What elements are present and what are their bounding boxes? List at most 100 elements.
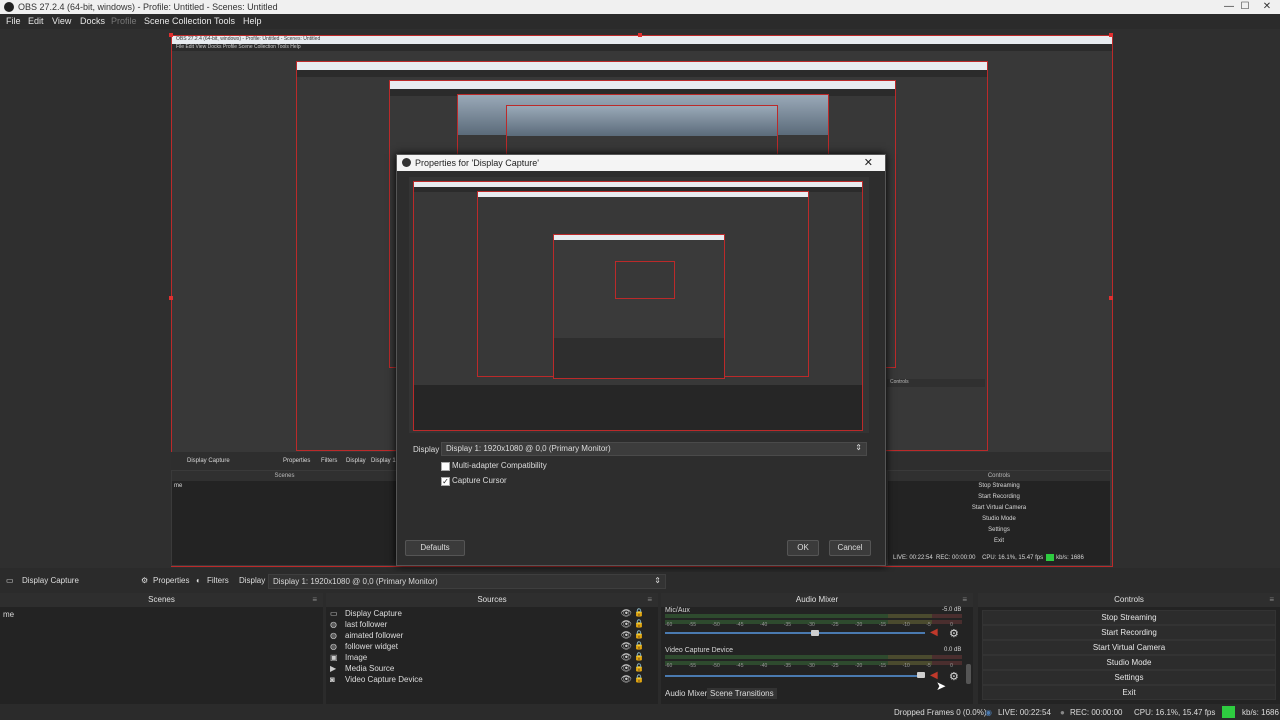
scale-tick: -30 bbox=[807, 622, 815, 628]
ok-button[interactable]: OK bbox=[787, 540, 819, 556]
mic-aux-scale: -60 -55 -50 -45 -40 -35 -30 -25 -20 -15 -10 -5 0 bbox=[665, 622, 962, 629]
menu-tools[interactable]: Tools bbox=[214, 16, 235, 26]
scale-tick: -5 bbox=[926, 663, 931, 669]
scale-tick: -35 bbox=[783, 663, 792, 669]
properties-button[interactable]: Properties bbox=[153, 576, 189, 585]
menu-profile[interactable]: Profile bbox=[111, 16, 137, 26]
scale-tick: -55 bbox=[688, 622, 696, 628]
source-row[interactable]: ◍ follower widget 👁 🔒 bbox=[330, 641, 648, 652]
dlg-nest-3 bbox=[553, 234, 725, 379]
lock-icon: 🔒 bbox=[634, 608, 644, 617]
source-row[interactable]: ▭ Display Capture 👁 🔒 bbox=[330, 608, 648, 619]
properties-dialog: Properties for 'Display Capture' ✕ Displ… bbox=[396, 154, 886, 566]
display-select-value: Display 1: 1920x1080 @ 0,0 (Primary Moni… bbox=[446, 444, 611, 453]
scenes-dock: Scenes≡ me + − ⌃ ⌄ bbox=[0, 593, 323, 720]
video-capture-volume-knob[interactable] bbox=[917, 672, 925, 678]
gear-icon[interactable]: ⚙ bbox=[949, 627, 959, 640]
menu-help[interactable]: Help bbox=[243, 16, 262, 26]
menu-view[interactable]: View bbox=[52, 16, 71, 26]
exit-button[interactable]: Exit bbox=[982, 685, 1276, 700]
rec-icon: ● bbox=[1060, 708, 1065, 717]
rec-timer: REC: 00:00:00 bbox=[1070, 708, 1123, 717]
gear-icon[interactable]: ⚙ bbox=[949, 670, 959, 683]
cancel-button[interactable]: Cancel bbox=[829, 540, 871, 556]
eye-icon: 👁 bbox=[620, 674, 632, 684]
scene-item[interactable]: me bbox=[3, 610, 14, 619]
scale-tick: -60 bbox=[665, 622, 673, 628]
nested-menu: File Edit View Docks Profile Scene Colle… bbox=[176, 44, 301, 50]
source-row[interactable]: ▶ Media Source 👁 🔒 bbox=[330, 663, 648, 674]
source-row[interactable]: ▣ Image 👁 🔒 bbox=[330, 652, 648, 663]
lock-icon: 🔒 bbox=[634, 674, 644, 683]
scrollbar[interactable] bbox=[966, 664, 971, 684]
settings-button[interactable]: Settings bbox=[982, 670, 1276, 685]
scale-tick: -10 bbox=[902, 663, 910, 669]
monitor-icon: ▭ bbox=[6, 576, 14, 585]
video-capture-meter bbox=[665, 655, 962, 659]
video-capture-label: Video Capture Device bbox=[665, 647, 733, 654]
dialog-close-button[interactable]: ✕ bbox=[864, 156, 873, 169]
filter-icon[interactable]: ◐ bbox=[196, 576, 201, 585]
nested-title: OBS 27.2.4 (64-bit, windows) - Profile: … bbox=[176, 36, 321, 42]
nested-scenes-panel: Scenes me bbox=[171, 470, 398, 566]
eye-icon: 👁 bbox=[620, 641, 632, 651]
studio-mode-button[interactable]: Studio Mode bbox=[982, 655, 1276, 670]
display-select[interactable]: Display 1: 1920x1080 @ 0,0 (Primary Moni… bbox=[441, 442, 867, 456]
video-capture-volume-slider[interactable] bbox=[665, 675, 925, 677]
source-name-label: Display Capture bbox=[22, 576, 79, 585]
capture-cursor-checkbox[interactable]: ✓ bbox=[441, 477, 450, 486]
multi-adapter-checkbox[interactable] bbox=[441, 462, 450, 471]
tab-scene-transitions[interactable]: Scene Transitions bbox=[707, 688, 777, 699]
close-button[interactable]: ✕ bbox=[1250, 0, 1280, 14]
scale-tick: -20 bbox=[855, 663, 863, 669]
globe-icon: ◍ bbox=[330, 620, 337, 629]
scale-tick: -40 bbox=[760, 663, 768, 669]
scale-tick: -45 bbox=[736, 663, 744, 669]
menu-edit[interactable]: Edit bbox=[28, 16, 44, 26]
start-virtual-camera-button[interactable]: Start Virtual Camera bbox=[982, 640, 1276, 655]
dock-menu-icon: ≡ bbox=[312, 595, 317, 604]
gear-icon[interactable]: ⚙ bbox=[141, 576, 148, 585]
source-row[interactable]: ◙ Video Capture Device 👁 🔒 bbox=[330, 674, 648, 685]
stop-streaming-button[interactable]: Stop Streaming bbox=[982, 610, 1276, 625]
obs-logo-icon bbox=[4, 2, 14, 12]
display-select-value: Display 1: 1920x1080 @ 0,0 (Primary Moni… bbox=[273, 577, 438, 586]
image-icon: ▣ bbox=[330, 653, 338, 662]
connection-indicator bbox=[1222, 706, 1235, 718]
video-capture-scale: -60 -55 -50 -45 -40 -35 -30 -25 -20 -15 -10 -5 0 bbox=[665, 663, 962, 670]
live-icon: ◉ bbox=[985, 708, 992, 717]
source-row[interactable]: ◍ aimated follower 👁 🔒 bbox=[330, 630, 648, 641]
obs-logo-icon bbox=[402, 158, 411, 167]
menu-file[interactable]: File bbox=[6, 16, 21, 26]
mic-aux-volume-knob[interactable] bbox=[810, 630, 819, 636]
mic-aux-volume-slider[interactable] bbox=[665, 632, 925, 634]
transform-handle[interactable] bbox=[1109, 33, 1113, 37]
filters-button[interactable]: Filters bbox=[207, 576, 229, 585]
dock-menu-icon: ≡ bbox=[962, 595, 967, 604]
controls-header: Controls ≡ bbox=[978, 593, 1280, 607]
defaults-button[interactable]: Defaults bbox=[405, 540, 465, 556]
scale-tick: -25 bbox=[831, 622, 839, 628]
lock-icon: 🔒 bbox=[634, 652, 644, 661]
lock-icon: 🔒 bbox=[634, 663, 644, 672]
source-row[interactable]: ◍ last follower 👁 🔒 bbox=[330, 619, 648, 630]
scale-tick: -25 bbox=[831, 663, 839, 669]
start-recording-button[interactable]: Start Recording bbox=[982, 625, 1276, 640]
play-icon: ▶ bbox=[330, 664, 337, 673]
eye-icon: 👁 bbox=[620, 608, 632, 618]
source-toolbar: ▭ Display Capture ⚙ Properties ◐ Filters… bbox=[0, 572, 1280, 590]
tab-audio-mixer[interactable]: Audio Mixer bbox=[665, 689, 707, 698]
menu-docks[interactable]: Docks bbox=[80, 16, 105, 26]
sources-header: Sources ≡ bbox=[326, 593, 658, 607]
eye-icon: 👁 bbox=[620, 652, 632, 662]
lock-icon: 🔒 bbox=[634, 619, 644, 628]
transform-handle[interactable] bbox=[1109, 296, 1113, 300]
transform-handle[interactable] bbox=[169, 33, 173, 37]
transform-handle[interactable] bbox=[169, 296, 173, 300]
scale-tick: -40 bbox=[760, 622, 768, 628]
mic-aux-meter bbox=[665, 614, 962, 618]
mute-icon[interactable]: ◀ bbox=[930, 627, 938, 638]
transform-handle[interactable] bbox=[638, 33, 642, 37]
display-select[interactable]: Display 1: 1920x1080 @ 0,0 (Primary Moni… bbox=[268, 574, 666, 589]
menu-scene-collection[interactable]: Scene Collection bbox=[144, 16, 212, 26]
